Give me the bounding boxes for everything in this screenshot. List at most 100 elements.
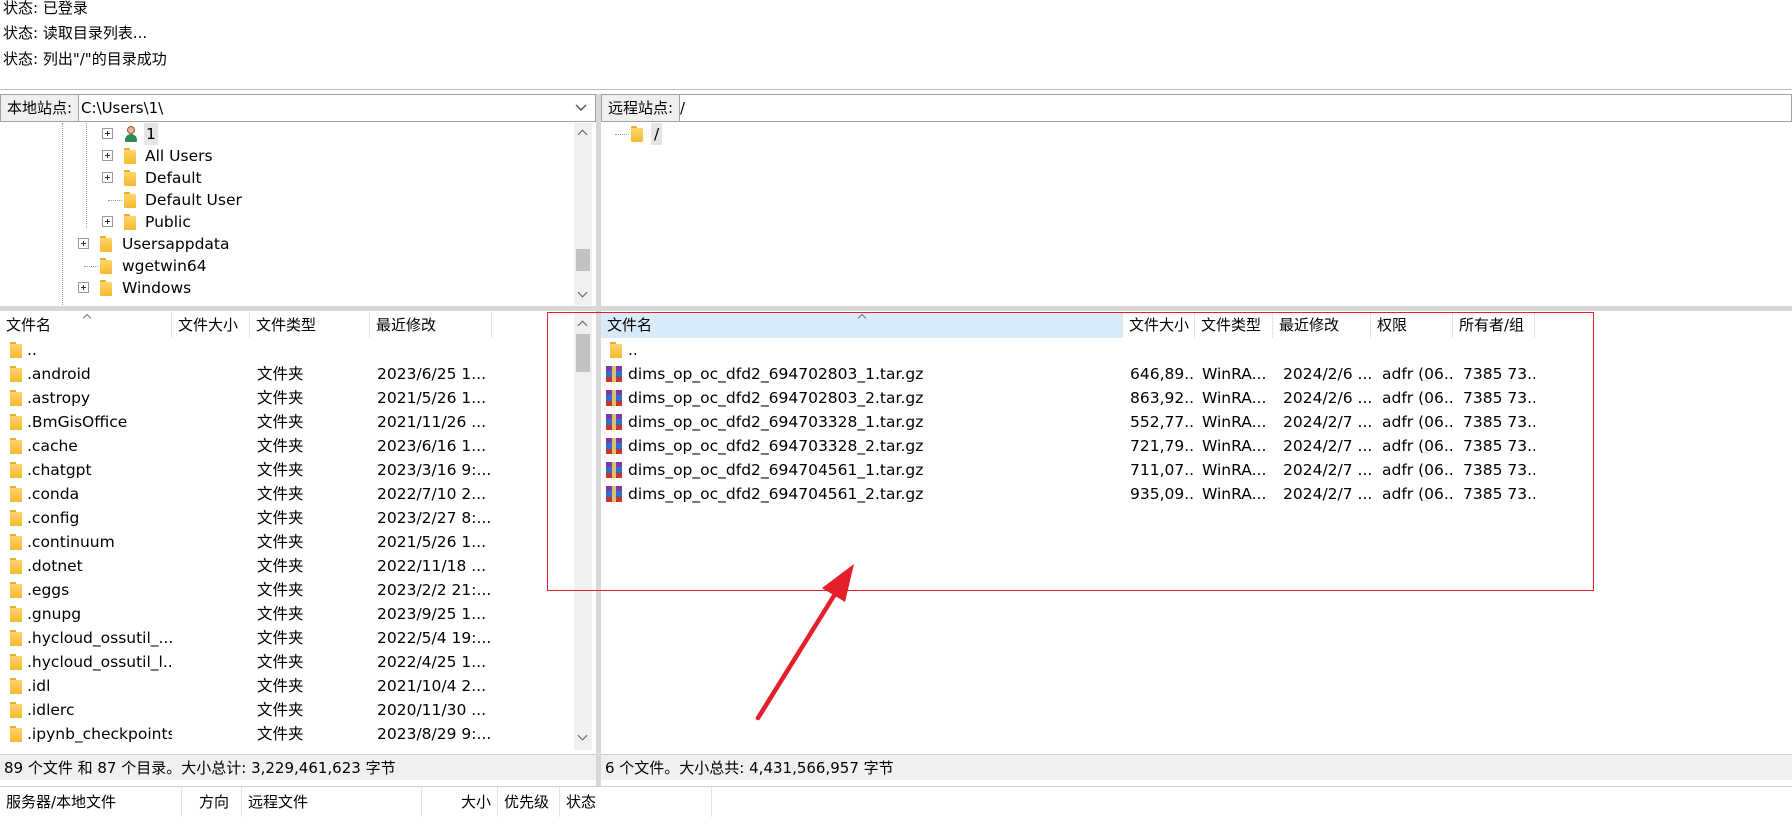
local-tree-scrollbar[interactable] xyxy=(574,123,592,305)
chevron-down-icon[interactable] xyxy=(573,98,589,118)
column-header-size[interactable]: 文件大小 xyxy=(1123,312,1195,338)
scroll-thumb[interactable] xyxy=(576,334,590,372)
column-header-size[interactable]: 文件大小 xyxy=(172,312,250,338)
queue-header-size[interactable]: 大小 xyxy=(422,787,498,817)
local-list-scrollbar[interactable] xyxy=(574,312,592,750)
expand-plus-icon[interactable] xyxy=(102,150,113,161)
queue-header-status[interactable]: 状态 xyxy=(560,787,712,817)
expand-plus-icon[interactable] xyxy=(78,238,89,249)
tree-item-windows[interactable]: Windows xyxy=(0,277,570,299)
file-name: .dotnet xyxy=(27,557,83,575)
list-item[interactable]: .dotnet 文件夹 2022/11/18 ... xyxy=(0,554,574,578)
file-permissions: adfr (06... xyxy=(1382,365,1452,383)
remote-path-input[interactable]: / xyxy=(680,95,1780,121)
column-header-type[interactable]: 文件类型 xyxy=(1195,312,1273,338)
remote-directory-tree: / xyxy=(601,123,1792,305)
scroll-down-icon[interactable] xyxy=(578,732,588,742)
file-permissions: adfr (06... xyxy=(1382,485,1452,503)
column-header-type[interactable]: 文件类型 xyxy=(250,312,370,338)
file-type: 文件夹 xyxy=(257,509,304,527)
list-item[interactable]: dims_op_oc_dfd2_694702803_2.tar.gz 863,92… xyxy=(601,386,1601,410)
folder-icon xyxy=(10,630,22,646)
column-header-modified[interactable]: 最近修改 xyxy=(1273,312,1371,338)
tree-item-public[interactable]: Public xyxy=(0,211,570,233)
list-item[interactable]: .. xyxy=(601,338,1601,362)
folder-icon xyxy=(10,438,22,454)
local-site-label: 本地站点: xyxy=(1,95,80,121)
horizontal-splitter[interactable] xyxy=(0,306,1792,311)
list-item[interactable]: .conda 文件夹 2022/7/10 2... xyxy=(0,482,574,506)
file-owner xyxy=(1463,338,1535,362)
local-path-input[interactable]: C:\Users\1\ xyxy=(81,95,561,121)
sort-ascending-icon xyxy=(82,312,92,320)
file-name: dims_op_oc_dfd2_694704561_2.tar.gz xyxy=(628,485,924,503)
file-name: .gnupg xyxy=(27,605,82,623)
list-item[interactable]: .BmGisOffice 文件夹 2021/11/26 ... xyxy=(0,410,574,434)
tree-item-default-user[interactable]: Default User xyxy=(0,189,570,211)
file-size: 646,89... xyxy=(1130,365,1194,383)
list-item[interactable]: .android 文件夹 2023/6/25 1... xyxy=(0,362,574,386)
list-item[interactable]: .cache 文件夹 2023/6/16 1... xyxy=(0,434,574,458)
local-list-header: 文件名 文件大小 文件类型 最近修改 xyxy=(0,312,574,338)
folder-icon xyxy=(10,558,22,574)
list-item[interactable]: .hycloud_ossutil_l... 文件夹 2022/4/25 1... xyxy=(0,650,574,674)
tree-item-root[interactable]: / xyxy=(601,123,1001,145)
file-name: .android xyxy=(27,365,91,383)
list-item[interactable]: .. xyxy=(0,338,574,362)
folder-icon xyxy=(100,258,112,274)
list-item[interactable]: dims_op_oc_dfd2_694703328_1.tar.gz 552,77… xyxy=(601,410,1601,434)
expand-plus-icon[interactable] xyxy=(78,282,89,293)
tree-item-wgetwin64[interactable]: wgetwin64 xyxy=(0,255,570,277)
list-item[interactable]: dims_op_oc_dfd2_694704561_1.tar.gz 711,07… xyxy=(601,458,1601,482)
queue-header-remote-file[interactable]: 远程文件 xyxy=(242,787,422,817)
tree-item-1[interactable]: 1 xyxy=(0,123,570,145)
folder-icon xyxy=(10,726,22,742)
list-item[interactable]: dims_op_oc_dfd2_694703328_2.tar.gz 721,79… xyxy=(601,434,1601,458)
list-item[interactable]: .astropy 文件夹 2021/5/26 1... xyxy=(0,386,574,410)
scroll-up-icon[interactable] xyxy=(578,127,588,137)
file-type xyxy=(1202,338,1272,362)
local-status-bar: 89 个文件 和 87 个目录。大小总计: 3,229,461,623 字节 xyxy=(0,754,596,780)
queue-header-local-file[interactable]: 服务器/本地文件 xyxy=(0,787,182,817)
file-modified: 2021/10/4 2... xyxy=(377,677,487,695)
file-size xyxy=(178,722,248,746)
scroll-thumb[interactable] xyxy=(576,249,590,271)
file-owner: 7385 73... xyxy=(1463,485,1535,503)
expand-plus-icon[interactable] xyxy=(102,128,113,139)
folder-icon xyxy=(124,170,136,186)
file-permissions: adfr (06... xyxy=(1382,413,1452,431)
file-type xyxy=(257,338,367,362)
list-item[interactable]: dims_op_oc_dfd2_694704561_2.tar.gz 935,09… xyxy=(601,482,1601,506)
file-modified: 2023/3/16 9:... xyxy=(377,461,492,479)
list-item[interactable]: .idl 文件夹 2021/10/4 2... xyxy=(0,674,574,698)
column-header-permissions[interactable]: 权限 xyxy=(1371,312,1453,338)
list-item[interactable]: .eggs 文件夹 2023/2/2 21:... xyxy=(0,578,574,602)
log-line: 状态: 已登录 xyxy=(3,0,88,17)
folder-icon xyxy=(10,390,22,406)
column-header-owner[interactable]: 所有者/组 xyxy=(1453,312,1535,338)
scroll-up-icon[interactable] xyxy=(578,318,588,328)
list-item[interactable]: .idlerc 文件夹 2020/11/30 ... xyxy=(0,698,574,722)
expand-plus-icon[interactable] xyxy=(102,216,113,227)
queue-header-direction[interactable]: 方向 xyxy=(182,787,242,817)
list-item[interactable]: .continuum 文件夹 2021/5/26 1... xyxy=(0,530,574,554)
folder-icon xyxy=(10,606,22,622)
column-header-modified[interactable]: 最近修改 xyxy=(370,312,492,338)
tree-item-default[interactable]: Default xyxy=(0,167,570,189)
file-modified: 2023/6/25 1... xyxy=(377,365,487,383)
queue-header-priority[interactable]: 优先级 xyxy=(498,787,560,817)
list-item[interactable]: .gnupg 文件夹 2023/9/25 1... xyxy=(0,602,574,626)
scroll-down-icon[interactable] xyxy=(578,289,588,299)
list-item[interactable]: .config 文件夹 2023/2/27 8:... xyxy=(0,506,574,530)
list-item[interactable]: dims_op_oc_dfd2_694702803_1.tar.gz 646,89… xyxy=(601,362,1601,386)
list-item[interactable]: .chatgpt 文件夹 2023/3/16 9:... xyxy=(0,458,574,482)
annotation-arrow-icon xyxy=(755,564,854,721)
winrar-archive-icon xyxy=(606,390,622,406)
list-item[interactable]: .hycloud_ossutil_... 文件夹 2022/5/4 19:... xyxy=(0,626,574,650)
winrar-archive-icon xyxy=(606,414,622,430)
expand-plus-icon[interactable] xyxy=(102,172,113,183)
tree-item-all-users[interactable]: All Users xyxy=(0,145,570,167)
file-size xyxy=(178,602,248,626)
list-item[interactable]: .ipynb_checkpoints 文件夹 2023/8/29 9:... xyxy=(0,722,574,746)
tree-item-usersappdata[interactable]: Usersappdata xyxy=(0,233,570,255)
